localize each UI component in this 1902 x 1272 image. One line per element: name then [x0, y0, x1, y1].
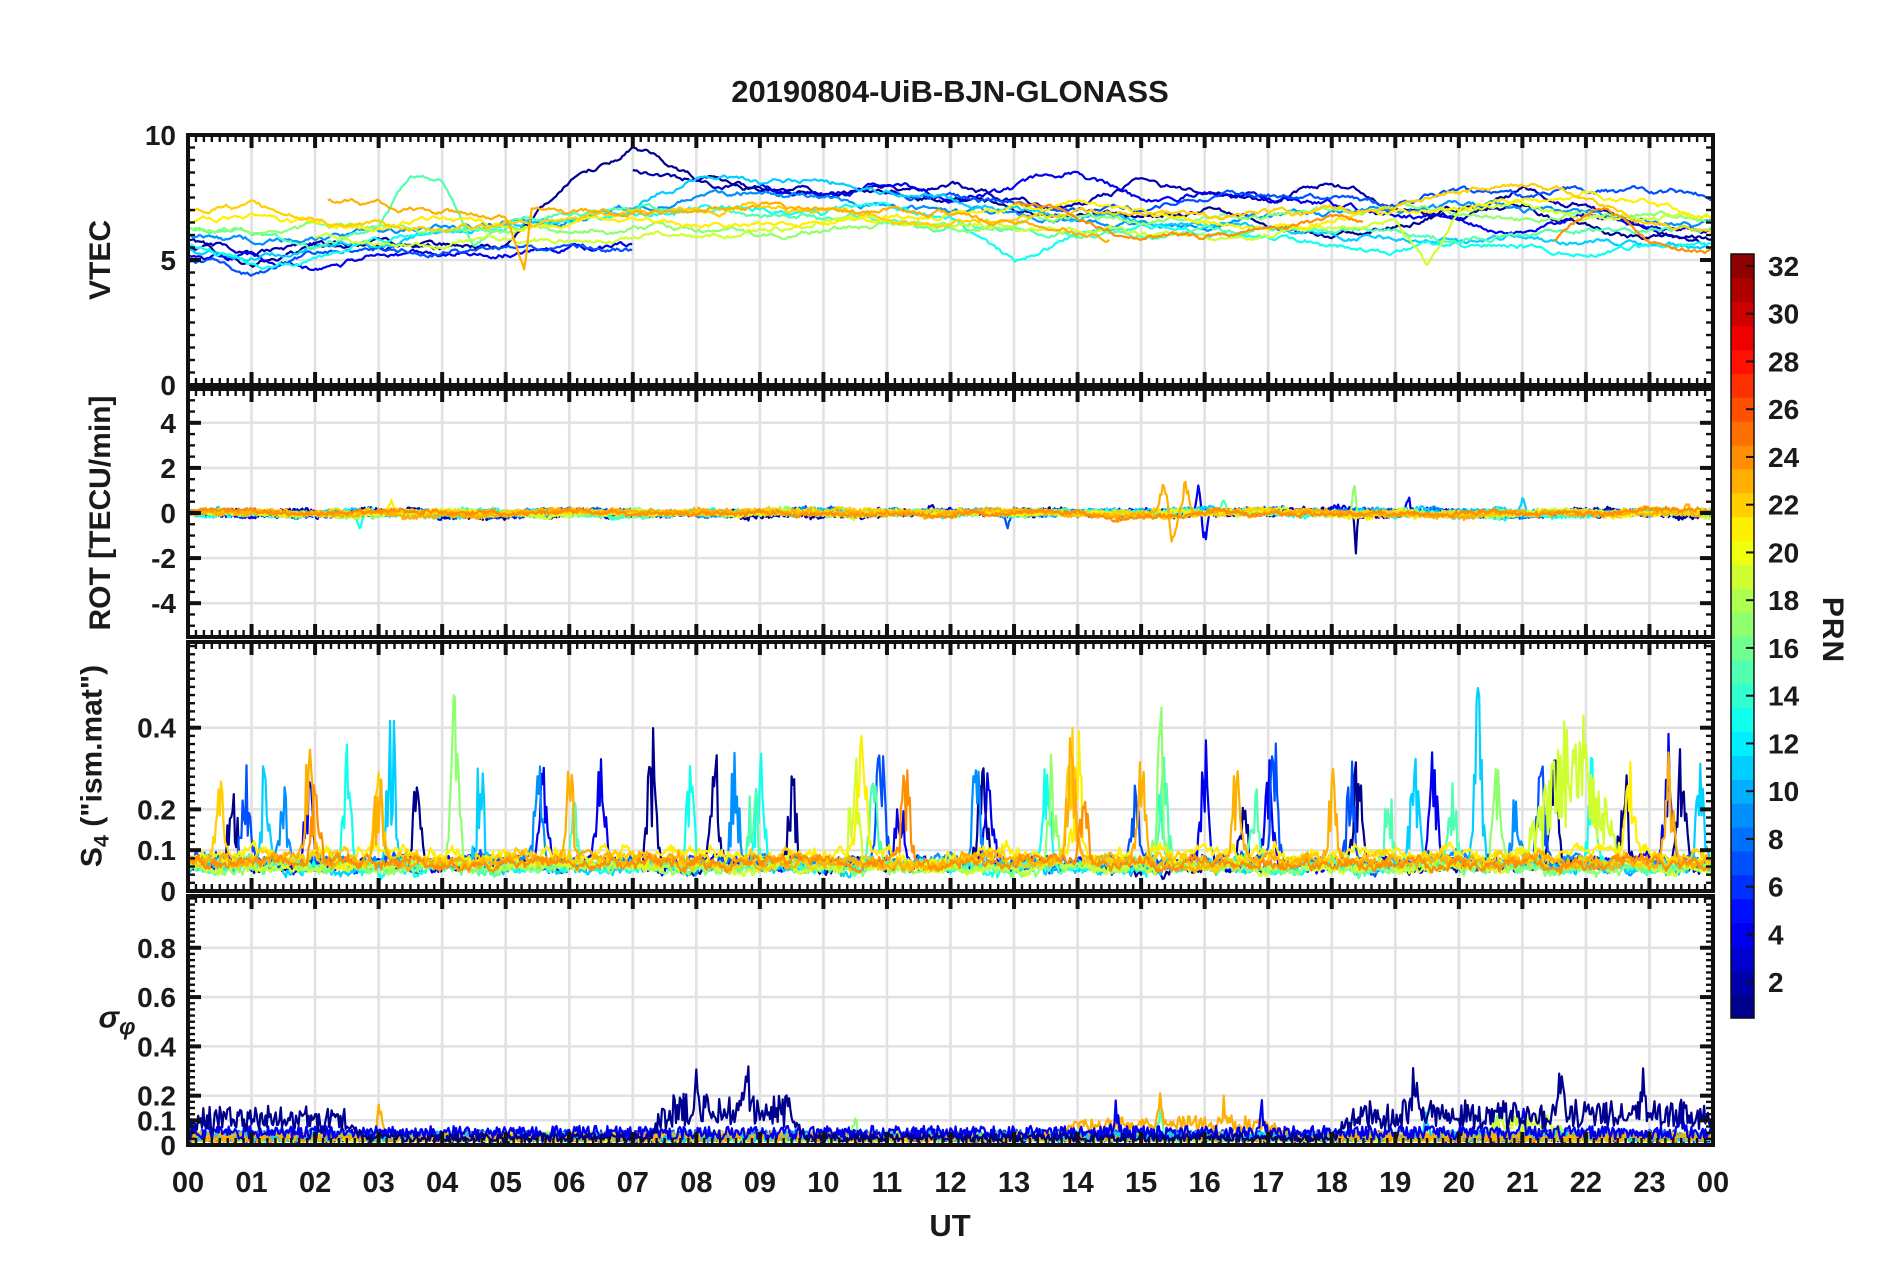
colorbar-tick-label: 10	[1768, 776, 1799, 807]
panel-S4: 0 0.1 0.2 0.4	[137, 640, 1715, 907]
ylabel-sigma-phi: σφ	[99, 999, 136, 1040]
ylabel-rot: ROT [TECU/min]	[84, 395, 117, 631]
xtick-label: 21	[1506, 1167, 1538, 1199]
ylabel-s4: S4 ("ism.mat")	[76, 665, 115, 867]
xlabel-ut: UT	[929, 1208, 971, 1243]
s4-label-main: S	[75, 847, 109, 868]
figure: 0 5 10 -4 -2 0 2 4 0 0.1 0.2 0.4 0 0.1 0.2 0.4 0.6 0.8 00 0…	[0, 0, 1902, 1272]
colorbar-label: PRN	[1816, 596, 1849, 664]
colorbar-tick-label: 32	[1768, 251, 1799, 282]
xtick-label: 01	[235, 1167, 267, 1199]
panel-sigma_phi: 00.10.20.40.60.8	[137, 894, 1715, 1161]
ytick-label: -2	[151, 543, 176, 574]
colorbar-tick-label: 22	[1768, 490, 1799, 521]
xtick-label: 20	[1443, 1167, 1475, 1199]
xtick-label: 10	[807, 1167, 839, 1199]
xtick-label: 03	[362, 1167, 394, 1199]
ytick-label: 0.4	[137, 1031, 176, 1062]
xtick-label: 13	[998, 1167, 1030, 1199]
s4-label-suffix: ("ism.mat")	[75, 664, 109, 836]
ytick-label: 0	[160, 498, 176, 529]
xtick-label: 08	[680, 1167, 712, 1199]
ytick-label: -4	[151, 588, 176, 619]
ytick-label: 4	[160, 408, 176, 439]
colorbar-tick-label: 4	[1768, 919, 1784, 950]
colorbar-tick-label: 28	[1768, 346, 1799, 377]
ytick-label: 5	[160, 245, 176, 276]
s4-label-sub: 4	[88, 835, 114, 848]
sigma-label-main: σ	[98, 999, 120, 1035]
xtick-label: 23	[1633, 1167, 1665, 1199]
panel-ROT: -4 -2 0 2 4	[151, 387, 1715, 639]
colorbar-tick-label: 26	[1768, 394, 1799, 425]
ytick-label: 0	[160, 370, 176, 401]
xtick-label: 06	[553, 1167, 585, 1199]
xtick-label: 19	[1379, 1167, 1411, 1199]
colorbar-tick-label: 14	[1768, 681, 1800, 712]
xtick-label: 18	[1316, 1167, 1348, 1199]
xtick-label: 09	[744, 1167, 776, 1199]
ytick-label: 0.8	[137, 933, 176, 964]
xtick-label: 05	[490, 1167, 522, 1199]
colorbar-tick-label: 30	[1768, 299, 1799, 330]
colorbar-tick-label: 16	[1768, 633, 1799, 664]
xtick-label: 12	[934, 1167, 966, 1199]
ytick-label: 2	[160, 453, 176, 484]
chart-title: 20190804-UiB-BJN-GLONASS	[731, 74, 1169, 109]
colorbar-tick-label: 24	[1768, 442, 1800, 473]
ytick-label: 0.4	[137, 713, 176, 744]
colorbar-tick-label: 2	[1768, 967, 1784, 998]
colorbar-tick-label: 6	[1768, 872, 1784, 903]
xtick-label: 16	[1189, 1167, 1221, 1199]
ytick-label: 0.1	[137, 835, 176, 866]
figure-canvas: 0510-4-202400.10.20.400.10.20.40.60.800 0…	[137, 120, 1800, 1199]
colorbar: 2468101214161820222426283032	[1730, 251, 1800, 1019]
xtick-label: 00	[1697, 1167, 1729, 1199]
xtick-label: 14	[1061, 1167, 1093, 1199]
xtick-label: 00	[172, 1167, 204, 1199]
ytick-label: 10	[145, 120, 176, 151]
xtick-label: 07	[617, 1167, 649, 1199]
ytick-label: 0.6	[137, 982, 176, 1013]
ytick-label: 0	[160, 876, 176, 907]
xtick-label: 17	[1252, 1167, 1284, 1199]
ylabel-vtec: VTEC	[84, 219, 117, 301]
colorbar-tick-label: 8	[1768, 824, 1784, 855]
xtick-label: 11	[872, 1167, 903, 1199]
panel-VTEC: 0 5 10	[145, 120, 1715, 401]
xtick-label: 02	[299, 1167, 331, 1199]
ytick-label: 0.2	[137, 794, 176, 825]
colorbar-tick-label: 18	[1768, 585, 1799, 616]
sigma-label-sub: φ	[119, 1013, 136, 1040]
xtick-label: 04	[426, 1167, 458, 1199]
xtick-label: 22	[1570, 1167, 1602, 1199]
xtick-label: 15	[1125, 1167, 1157, 1199]
ytick-label: 0.2	[137, 1081, 176, 1112]
colorbar-tick-label: 20	[1768, 537, 1799, 568]
colorbar-tick-label: 12	[1768, 728, 1799, 759]
